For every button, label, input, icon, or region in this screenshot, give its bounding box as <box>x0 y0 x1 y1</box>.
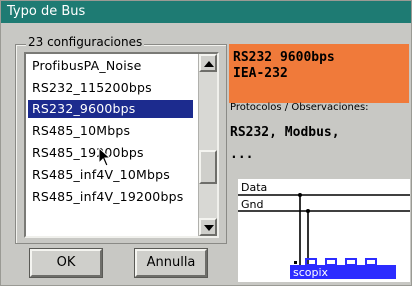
window-title: Typo de Bus <box>7 4 86 19</box>
observations-line: ... <box>230 147 254 162</box>
list-item[interactable]: RS485_inf4V_10Mbps <box>32 166 170 184</box>
observations-text: RS232, Modbus, ... <box>230 122 408 166</box>
triangle-down-icon <box>204 225 214 231</box>
ok-button[interactable]: OK <box>30 249 102 277</box>
list-item[interactable]: RS485_inf4V_19200bps <box>32 188 183 206</box>
list-item[interactable]: ProfibusPA_Noise <box>32 57 142 75</box>
bus-wiring-diagram: Data Gnd scopix <box>238 179 410 282</box>
scroll-thumb[interactable] <box>199 150 217 184</box>
bus-config-listbox[interactable]: ProfibusPA_Noise RS232_115200bps RS232_9… <box>24 52 219 238</box>
configurations-count-label: 23 configuraciones <box>26 35 145 49</box>
config-standard: IEA-232 <box>233 66 288 81</box>
selected-config-info: RS232 9600bps IEA-232 <box>229 44 409 103</box>
mouse-pointer-icon <box>98 147 112 167</box>
list-item-selected[interactable]: RS232_9600bps <box>28 100 193 118</box>
scroll-up-button[interactable] <box>199 54 217 72</box>
list-scrollbar[interactable] <box>198 54 217 236</box>
observations-label: Protocolos / Observaciones: <box>230 102 369 113</box>
scroll-down-button[interactable] <box>199 218 217 236</box>
title-bar: Typo de Bus <box>1 1 411 23</box>
config-name: RS232 9600bps <box>233 50 335 65</box>
list-item[interactable]: RS232_115200bps <box>32 79 152 97</box>
list-item[interactable]: RS485_19200bps <box>32 144 144 162</box>
triangle-up-icon <box>204 61 214 67</box>
observations-line: RS232, Modbus, <box>230 125 340 140</box>
list-item[interactable]: RS485_10Mbps <box>32 122 130 140</box>
device-label: scopix <box>293 266 329 279</box>
cancel-button[interactable]: Annulla <box>135 249 207 277</box>
